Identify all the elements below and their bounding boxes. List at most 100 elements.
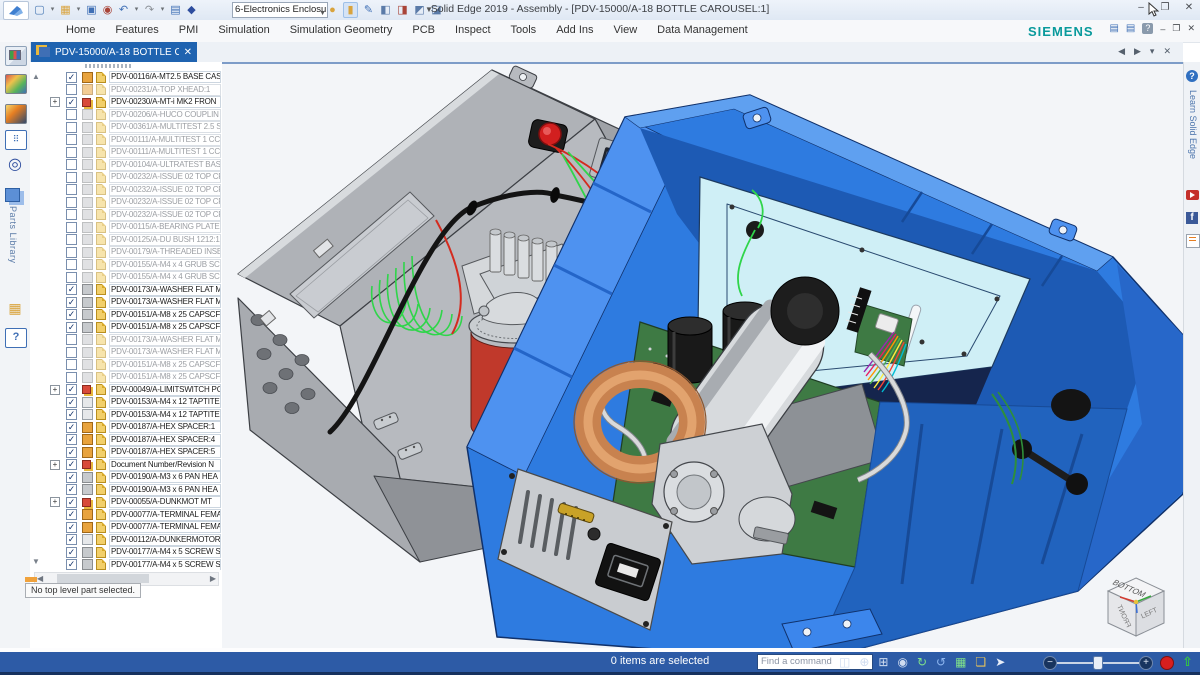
- part-label[interactable]: PDV-00187/A-HEX SPACER:5: [109, 446, 221, 458]
- part-label[interactable]: PDV-00230/A-MT-i MK2 FRON: [109, 96, 221, 108]
- ribbon-tab-tools[interactable]: Tools: [501, 20, 547, 42]
- pan-icon[interactable]: ◉: [897, 654, 907, 670]
- visibility-checkbox[interactable]: [66, 122, 77, 133]
- tree-row[interactable]: +✓PDV-00049/A-LIMITSWITCH PC: [30, 384, 222, 397]
- visibility-checkbox[interactable]: [66, 234, 77, 245]
- fit-icon[interactable]: ⊞: [878, 654, 888, 670]
- visibility-checkbox[interactable]: ✓: [66, 297, 77, 308]
- zoom-area-icon[interactable]: ◫: [839, 654, 850, 670]
- spin-about-icon[interactable]: ↺: [936, 654, 946, 670]
- visibility-checkbox[interactable]: ✓: [66, 447, 77, 458]
- part-label[interactable]: PDV-00151/A-M8 x 25 CAPSCF: [109, 309, 221, 321]
- configuration-dropdown[interactable]: 6-Electronics Enclosur ▼: [232, 2, 328, 18]
- document-tab[interactable]: PDV-15000/A-18 BOTTLE C... ✕: [30, 42, 197, 62]
- tree-row[interactable]: PDV-00155/A-M4 x 4 GRUB SC: [30, 271, 222, 284]
- part-label[interactable]: PDV-00173/A-WASHER FLAT M: [109, 284, 221, 296]
- visibility-checkbox[interactable]: ✓: [66, 547, 77, 558]
- zoom-slider[interactable]: − +: [1043, 656, 1153, 670]
- ribbon-tab-pmi[interactable]: PMI: [169, 20, 209, 42]
- show-component-icon[interactable]: ●: [326, 3, 339, 17]
- part-label[interactable]: PDV-00077/A-TERMINAL FEMA: [109, 509, 221, 521]
- help-icon[interactable]: ?: [1142, 23, 1153, 34]
- part-label[interactable]: PDV-00153/A-M4 x 12 TAPTITE: [109, 409, 221, 421]
- cascade-windows-icon[interactable]: ▤: [1126, 23, 1135, 34]
- tree-row[interactable]: PDV-00151/A-M8 x 25 CAPSCF: [30, 371, 222, 384]
- part-label[interactable]: PDV-00155/A-M4 x 4 GRUB SC: [109, 271, 221, 283]
- zoom-icon[interactable]: ⊕: [859, 654, 869, 670]
- tree-row[interactable]: + ✓ PDV-00055/A-DUNKMOT MT: [30, 496, 222, 509]
- tree-row[interactable]: ✓PDV-00153/A-M4 x 12 TAPTITE: [30, 396, 222, 409]
- part-label[interactable]: PDV-00232/A-ISSUE 02 TOP CF: [109, 196, 221, 208]
- tree-row[interactable]: ✓ PDV-00187/A-HEX SPACER:1: [30, 421, 222, 434]
- visibility-checkbox[interactable]: [66, 259, 77, 270]
- part-label[interactable]: PDV-00151/A-M8 x 25 CAPSCF: [109, 371, 221, 383]
- tree-row[interactable]: ✓PDV-00112/A-DUNKERMOTOR: [30, 534, 222, 547]
- part-label[interactable]: PDV-00190/A-M3 x 6 PAN HEA: [109, 471, 221, 483]
- visibility-checkbox[interactable]: ✓: [66, 422, 77, 433]
- print-icon[interactable]: ◉: [101, 3, 114, 17]
- part-label[interactable]: PDV-00055/A-DUNKMOT MT: [109, 496, 221, 508]
- expand-icon[interactable]: +: [50, 460, 60, 470]
- solid-edge-app-button[interactable]: [3, 1, 29, 20]
- visibility-checkbox[interactable]: [66, 372, 77, 383]
- ribbon-tab-view[interactable]: View: [604, 20, 648, 42]
- expand-icon[interactable]: +: [50, 385, 60, 395]
- part-label[interactable]: PDV-00173/A-WASHER FLAT M: [109, 296, 221, 308]
- part-label[interactable]: PDV-00187/A-HEX SPACER:1: [109, 421, 221, 433]
- tab-list-caret-icon[interactable]: ▾: [1150, 46, 1155, 57]
- tree-row[interactable]: ✓PDV-00187/A-HEX SPACER:4: [30, 434, 222, 447]
- prev-tab-icon[interactable]: ◀: [1118, 46, 1125, 57]
- visibility-checkbox[interactable]: [66, 222, 77, 233]
- tree-row[interactable]: ✓PDV-00077/A-TERMINAL FEMA: [30, 509, 222, 522]
- learn-solid-edge-label[interactable]: Learn Solid Edge: [1188, 90, 1198, 159]
- shaded-view-icon[interactable]: ◆: [185, 3, 198, 17]
- display-config-1-icon[interactable]: ◧: [379, 3, 392, 17]
- tab-close-icon[interactable]: ✕: [184, 47, 192, 58]
- part-label[interactable]: PDV-00111/A-MULTITEST 1 CC: [109, 146, 221, 158]
- part-label[interactable]: PDV-00177/A-M4 x 5 SCREW S: [109, 546, 221, 558]
- part-label[interactable]: PDV-00232/A-ISSUE 02 TOP CF: [109, 171, 221, 183]
- part-label[interactable]: PDV-00153/A-M4 x 12 TAPTITE: [109, 396, 221, 408]
- part-label[interactable]: PDV-00116/A-MT2.5 BASE CAS: [109, 71, 221, 83]
- visibility-checkbox[interactable]: ✓: [66, 497, 77, 508]
- part-label[interactable]: PDV-00112/A-DUNKERMOTOR: [109, 534, 221, 546]
- tree-row[interactable]: PDV-00115/A-BEARING PLATE:: [30, 221, 222, 234]
- doc-restore-button[interactable]: ❐: [1172, 23, 1180, 34]
- tree-row[interactable]: ✓PDV-00173/A-WASHER FLAT M: [30, 284, 222, 297]
- restore-button[interactable]: ❐: [1158, 2, 1172, 13]
- tree-row[interactable]: PDV-00232/A-ISSUE 02 TOP CF: [30, 196, 222, 209]
- tree-row[interactable]: ✓ PDV-00187/A-HEX SPACER:5: [30, 446, 222, 459]
- tree-scroll-down-icon[interactable]: ▼: [32, 557, 40, 566]
- tree-row[interactable]: PDV-00155/A-M4 x 4 GRUB SC: [30, 259, 222, 272]
- component-display-icon[interactable]: ▮: [343, 2, 358, 18]
- color-manager-icon[interactable]: [5, 104, 27, 124]
- visibility-checkbox[interactable]: [66, 172, 77, 183]
- visibility-checkbox[interactable]: [66, 334, 77, 345]
- part-label[interactable]: PDV-00179/A-THREADED INSE: [109, 246, 221, 258]
- asm-configurations-icon[interactable]: [5, 46, 27, 66]
- part-label[interactable]: PDV-00125/A-DU BUSH 1212:1: [109, 234, 221, 246]
- tree-row[interactable]: PDV-00232/A-ISSUE 02 TOP CF: [30, 184, 222, 197]
- ribbon-tab-inspect[interactable]: Inspect: [445, 20, 500, 42]
- visibility-checkbox[interactable]: [66, 359, 77, 370]
- ribbon-tab-data-management[interactable]: Data Management: [647, 20, 758, 42]
- doc-close-button[interactable]: ✕: [1187, 23, 1195, 34]
- visibility-checkbox[interactable]: ✓: [66, 472, 77, 483]
- visibility-checkbox[interactable]: [66, 84, 77, 95]
- ribbon-tab-add-ins[interactable]: Add Ins: [546, 20, 603, 42]
- part-label[interactable]: PDV-00177/A-M4 x 5 SCREW S: [109, 559, 221, 570]
- community-icon[interactable]: [1186, 234, 1200, 248]
- tree-row[interactable]: PDV-00111/A-MULTITEST 1 CC: [30, 134, 222, 147]
- part-label[interactable]: PDV-00115/A-BEARING PLATE:: [109, 221, 221, 233]
- expand-icon[interactable]: +: [50, 497, 60, 507]
- tree-row[interactable]: ✓ PDV-00173/A-WASHER FLAT M: [30, 296, 222, 309]
- select-tool-icon[interactable]: ➤: [995, 654, 1005, 670]
- tree-row[interactable]: PDV-00125/A-DU BUSH 1212:1: [30, 234, 222, 247]
- visibility-checkbox[interactable]: ✓: [66, 309, 77, 320]
- part-label[interactable]: PDV-00151/A-M8 x 25 CAPSCF: [109, 359, 221, 371]
- open-dropdown-caret[interactable]: ▾: [75, 3, 82, 17]
- tree-row[interactable]: PDV-00104/A-ULTRATEST BASE: [30, 159, 222, 172]
- rendering-icon[interactable]: [5, 74, 27, 94]
- visibility-checkbox[interactable]: [66, 134, 77, 145]
- facebook-icon[interactable]: f: [1186, 212, 1198, 224]
